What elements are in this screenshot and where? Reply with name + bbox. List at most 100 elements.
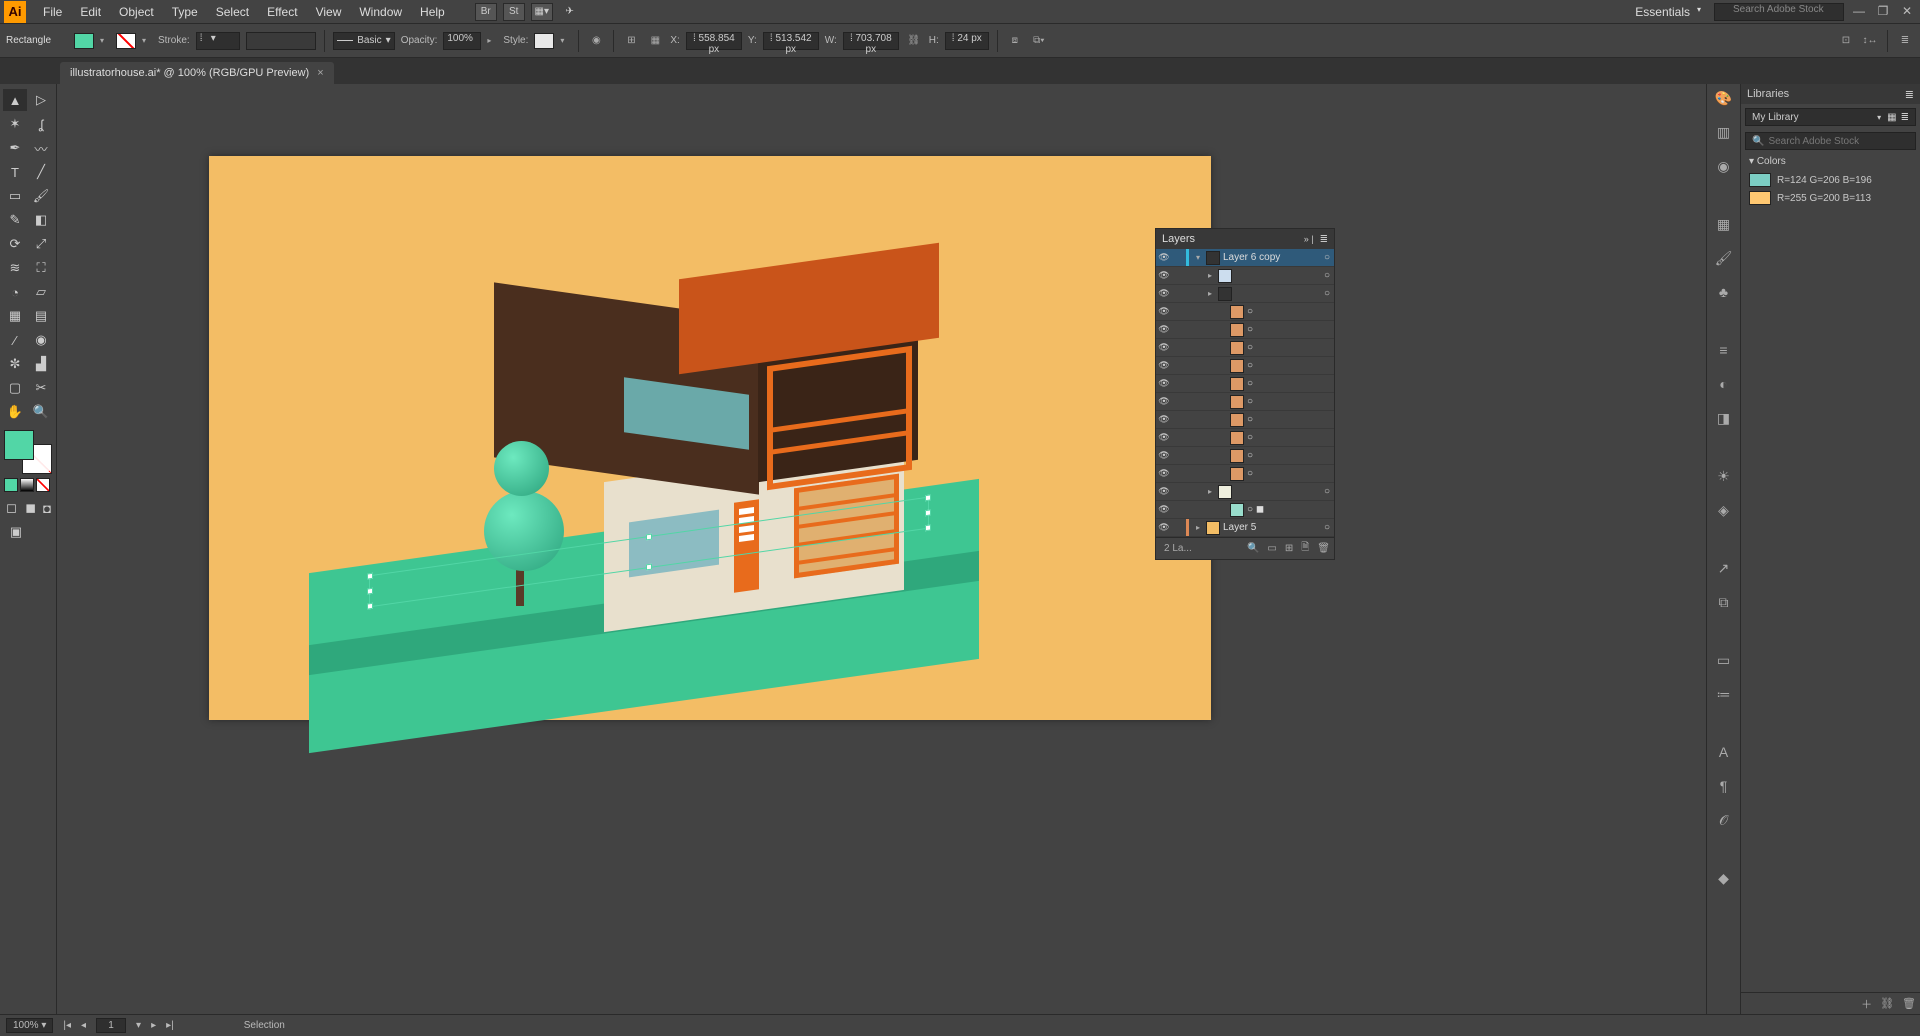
draw-mode-inside[interactable]: ◘	[41, 497, 53, 519]
panel-menu-icon[interactable]: ≣	[1320, 234, 1328, 245]
nav-artboard-dd-icon[interactable]: ▾	[136, 1020, 141, 1031]
layer-row[interactable]: 👁 ○ ◼	[1156, 501, 1334, 519]
library-search-input[interactable]: 🔍Search Adobe Stock	[1745, 132, 1916, 150]
type-tool[interactable]: T	[3, 161, 27, 183]
transparency-panel-icon[interactable]: ◨	[1714, 408, 1734, 428]
window-restore-icon[interactable]: ❐	[1874, 5, 1892, 19]
h-input[interactable]: ⁞ 24 px	[945, 32, 989, 50]
opacity-input[interactable]: 100%	[443, 32, 481, 50]
y-input[interactable]: ⁞ 513.542 px	[763, 32, 819, 50]
window-close-icon[interactable]: ✕	[1898, 5, 1916, 19]
twist-icon[interactable]: ▸	[1205, 271, 1215, 280]
layers-panel-icon[interactable]: ◆	[1714, 868, 1734, 888]
layer-row[interactable]: 👁○	[1156, 339, 1334, 357]
link-wh-icon[interactable]: ⛓	[905, 32, 923, 50]
artboards-panel-icon[interactable]: ▭	[1714, 650, 1734, 670]
visibility-icon[interactable]: 👁	[1156, 432, 1172, 443]
libraries-panel-header[interactable]: Libraries ≣	[1741, 84, 1920, 104]
visibility-icon[interactable]: 👁	[1156, 468, 1172, 479]
visibility-icon[interactable]: 👁	[1156, 360, 1172, 371]
layer-row[interactable]: 👁○	[1156, 375, 1334, 393]
layer-name[interactable]: ○	[1247, 396, 1334, 407]
transform-ref-icon[interactable]: ▦	[646, 32, 664, 50]
visibility-icon[interactable]: 👁	[1156, 522, 1172, 533]
x-input[interactable]: ⁞ 558.854 px	[686, 32, 742, 50]
arrange-docs-icon[interactable]: ▦▾	[531, 3, 553, 21]
visibility-icon[interactable]: 👁	[1156, 288, 1172, 299]
graphic-styles-panel-icon[interactable]: ◈	[1714, 500, 1734, 520]
layer-row[interactable]: 👁 ▸ ○	[1156, 285, 1334, 303]
bridge-icon[interactable]: Br	[475, 3, 497, 21]
paintbrush-tool[interactable]: 🖌	[29, 185, 53, 207]
target-icon[interactable]: ○	[1247, 396, 1253, 407]
layer-row[interactable]: 👁▸○	[1156, 267, 1334, 285]
libraries-panel-menu-icon[interactable]: ≣	[1905, 88, 1914, 101]
search-stock-input[interactable]: Search Adobe Stock	[1714, 3, 1844, 21]
align-icon[interactable]: ⊞	[622, 32, 640, 50]
visibility-icon[interactable]: 👁	[1156, 324, 1172, 335]
layer-row[interactable]: 👁○	[1156, 357, 1334, 375]
draw-mode-behind[interactable]: ◼	[22, 497, 39, 519]
symbol-sprayer-tool[interactable]: ✼	[3, 353, 27, 375]
slice-tool[interactable]: ✂	[29, 377, 53, 399]
menu-file[interactable]: File	[34, 5, 71, 19]
visibility-icon[interactable]: 👁	[1156, 414, 1172, 425]
none-mode-icon[interactable]	[36, 478, 50, 492]
magic-wand-tool[interactable]: ✶	[3, 113, 27, 135]
zoom-level-input[interactable]: 100% ▾	[6, 1018, 53, 1033]
library-swatch-row[interactable]: R=124 G=206 B=196	[1741, 171, 1920, 189]
shape-props-icon[interactable]: ⧈	[1006, 32, 1024, 50]
lasso-tool[interactable]: ʆ	[29, 113, 53, 135]
layer-name[interactable]: Layer 6 copy	[1223, 252, 1320, 263]
w-input[interactable]: ⁞ 703.708 px	[843, 32, 899, 50]
layer-name[interactable]: ○	[1247, 360, 1334, 371]
visibility-icon[interactable]: 👁	[1156, 486, 1172, 497]
appearance-panel-icon[interactable]: ☀	[1714, 466, 1734, 486]
layer-name[interactable]: ○	[1247, 378, 1334, 389]
layer-name[interactable]: ○	[1247, 306, 1334, 317]
library-swatch[interactable]	[1749, 173, 1771, 187]
target-icon[interactable]: ○	[1247, 306, 1253, 317]
free-transform-tool[interactable]: ⛶	[29, 257, 53, 279]
library-swatch[interactable]	[1749, 191, 1771, 205]
target-icon[interactable]: ○	[1247, 360, 1253, 371]
nav-next-icon[interactable]: ▸	[151, 1020, 156, 1031]
document-tab[interactable]: illustratorhouse.ai* @ 100% (RGB/GPU Pre…	[60, 62, 334, 84]
fill-dd-icon[interactable]: ▾	[100, 36, 110, 45]
layer-name[interactable]: ○	[1247, 342, 1334, 353]
shaper-tool[interactable]: ✎	[3, 209, 27, 231]
visibility-icon[interactable]: 👁	[1156, 252, 1172, 263]
visibility-icon[interactable]: 👁	[1156, 270, 1172, 281]
visibility-icon[interactable]: 👁	[1156, 504, 1172, 515]
make-clip-icon[interactable]: ▭	[1267, 543, 1276, 554]
layer-row[interactable]: 👁○	[1156, 393, 1334, 411]
opentype-panel-icon[interactable]: 𝒪	[1714, 810, 1734, 830]
layer-name[interactable]: ○	[1247, 414, 1334, 425]
visibility-icon[interactable]: 👁	[1156, 342, 1172, 353]
visibility-icon[interactable]: 👁	[1156, 378, 1172, 389]
character-panel-icon[interactable]: A	[1714, 742, 1734, 762]
new-layer-icon[interactable]: 🗎	[1301, 540, 1309, 557]
target-icon[interactable]: ○	[1320, 522, 1334, 533]
layer-name[interactable]: ○ ◼	[1247, 504, 1334, 515]
target-icon[interactable]: ○	[1247, 324, 1253, 335]
symbols-panel-icon[interactable]: ♣	[1714, 282, 1734, 302]
target-icon[interactable]: ○	[1320, 252, 1334, 263]
layer-row[interactable]: 👁○	[1156, 429, 1334, 447]
rectangle-tool[interactable]: ▭	[3, 185, 27, 207]
nav-last-icon[interactable]: ▸|	[166, 1020, 174, 1031]
gradient-panel-icon[interactable]: ◐	[1714, 374, 1734, 394]
twist-icon[interactable]: ▾	[1193, 253, 1203, 262]
share-panel-icon[interactable]: ↗	[1714, 558, 1734, 578]
asset-export-panel-icon[interactable]: ⧉	[1714, 592, 1734, 612]
isolate-icon[interactable]: ⧉▾	[1030, 32, 1048, 50]
menu-window[interactable]: Window	[350, 5, 411, 19]
layer-row[interactable]: 👁○	[1156, 447, 1334, 465]
artboard-tool[interactable]: ▢	[3, 377, 27, 399]
twist-icon[interactable]: ▸	[1205, 289, 1215, 298]
menu-effect[interactable]: Effect	[258, 5, 306, 19]
target-icon[interactable]: ○	[1320, 288, 1334, 299]
layer-name[interactable]: ○	[1247, 324, 1334, 335]
style-dd-icon[interactable]: ▾	[560, 36, 570, 45]
workspace-switcher[interactable]: Essentials	[1627, 3, 1704, 21]
